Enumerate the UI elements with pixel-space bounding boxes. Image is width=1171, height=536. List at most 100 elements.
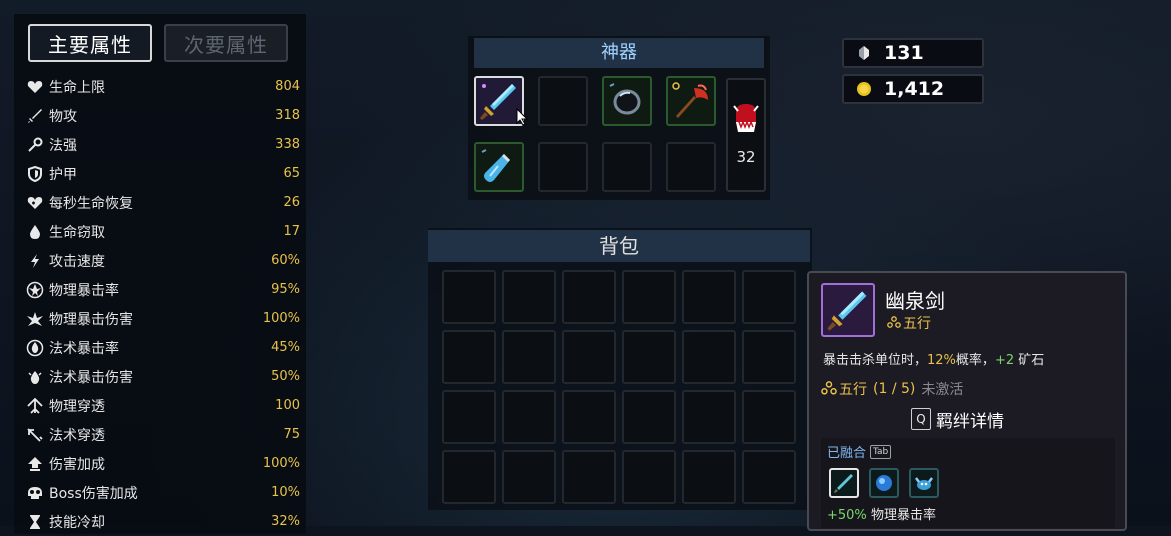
blue-potion-icon <box>481 149 510 182</box>
backpack-slot[interactable] <box>562 390 616 444</box>
stat-label: 法术暴击率 <box>49 340 119 357</box>
artifact-slot-empty[interactable] <box>602 142 652 192</box>
magic-crit-icon <box>24 339 46 357</box>
lightning-icon <box>24 252 46 270</box>
crystal-counter: 131 <box>842 38 984 68</box>
backpack-slot[interactable] <box>742 270 796 324</box>
red-axe-icon <box>672 82 708 118</box>
tooltip-tag-label: 五行 <box>903 316 931 332</box>
stat-row-cooldown: 技能冷却 32% <box>24 507 300 536</box>
gold-coin-icon <box>844 81 884 97</box>
stat-row-hp-regen: 每秒生命恢复 26 <box>24 188 300 217</box>
backpack-slot[interactable] <box>682 330 736 384</box>
backpack-slot[interactable] <box>502 330 556 384</box>
fused-title: 已融合 Tab <box>827 442 892 461</box>
demon-count: 32 <box>736 148 756 166</box>
crystal-icon <box>844 45 884 61</box>
artifact-slot-empty[interactable] <box>538 76 588 126</box>
stat-row-physical-attack: 物攻 318 <box>24 101 300 130</box>
tab-primary-attributes[interactable]: 主要属性 <box>28 24 152 62</box>
artifact-slot-potion[interactable] <box>474 142 524 192</box>
artifact-slot-sword[interactable] <box>474 76 529 126</box>
stat-row-armor: 护甲 65 <box>24 159 300 188</box>
artifact-slot-axe[interactable] <box>666 76 716 126</box>
backpack-slot[interactable] <box>562 330 616 384</box>
backpack-slot[interactable] <box>742 390 796 444</box>
stat-row-damage-bonus: 伤害加成 100% <box>24 449 300 478</box>
fused-item-orb[interactable] <box>869 468 899 498</box>
damage-bonus-icon <box>24 455 46 473</box>
crystal-amount: 131 <box>884 42 924 64</box>
physical-crit-icon <box>24 281 46 299</box>
bond-details-button[interactable]: Q 羁绊详情 <box>911 407 1004 432</box>
set-progress: (1 / 5) <box>873 381 916 397</box>
fused-item-crab[interactable] <box>909 468 939 498</box>
tab-secondary-attributes[interactable]: 次要属性 <box>164 24 288 62</box>
fused-bonus-label: 物理暴击率 <box>870 508 936 523</box>
stat-row-boss-damage: Boss伤害加成 10% <box>24 478 300 507</box>
backpack-slot[interactable] <box>622 330 676 384</box>
stat-label: 法术穿透 <box>49 427 105 444</box>
stat-label: 物理暴击伤害 <box>49 311 133 328</box>
desc-chance: 12% <box>927 353 956 368</box>
stat-row-physical-crit-rate: 物理暴击率 95% <box>24 275 300 304</box>
stat-label: 生命上限 <box>49 79 105 96</box>
artifact-slot-ring[interactable] <box>602 76 652 126</box>
stat-value: 100 <box>275 398 300 413</box>
teal-dagger-icon <box>834 474 853 493</box>
stat-row-physical-penetration: 物理穿透 100 <box>24 391 300 420</box>
demon-mask-icon <box>733 104 759 132</box>
fused-item-dagger[interactable] <box>829 468 859 498</box>
stat-value: 338 <box>275 137 300 152</box>
stat-row-magic-crit-rate: 法术暴击率 45% <box>24 333 300 362</box>
stat-value: 804 <box>275 79 300 94</box>
blue-crab-icon <box>915 477 933 490</box>
stat-value: 45% <box>271 340 300 355</box>
backpack-slot[interactable] <box>742 330 796 384</box>
backpack-slot[interactable] <box>502 270 556 324</box>
stat-label: 物攻 <box>49 108 77 125</box>
backpack-slot[interactable] <box>682 270 736 324</box>
backpack-slot[interactable] <box>682 390 736 444</box>
stat-list: 生命上限 804 物攻 318 法强 338 护甲 65 每秒生命恢复 26 生… <box>24 72 300 536</box>
backpack-slot[interactable] <box>502 450 556 504</box>
backpack-slot[interactable] <box>622 270 676 324</box>
backpack-slot[interactable] <box>502 390 556 444</box>
backpack-slot[interactable] <box>562 450 616 504</box>
magic-penetration-icon <box>24 426 46 444</box>
backpack-slot[interactable] <box>562 270 616 324</box>
fused-title-label: 已融合 <box>827 446 867 461</box>
backpack-slot[interactable] <box>442 450 496 504</box>
backpack-title: 背包 <box>428 230 810 262</box>
backpack-slot[interactable] <box>442 390 496 444</box>
tab-key-hint: Tab <box>870 444 892 459</box>
dark-ring-icon <box>609 83 641 115</box>
backpack-slot[interactable] <box>442 330 496 384</box>
tooltip-description: 暴击击杀单位时，12%概率，+2 矿石 <box>823 349 1044 368</box>
tooltip-item-icon <box>821 283 875 337</box>
attribute-panel: 主要属性 次要属性 生命上限 804 物攻 318 法强 338 护甲 65 每… <box>14 14 306 534</box>
stat-row-magic-crit-damage: 法术暴击伤害 50% <box>24 362 300 391</box>
backpack-slot[interactable] <box>622 390 676 444</box>
bond-details-label: 羁绊详情 <box>936 411 1004 432</box>
stat-row-magic-power: 法强 338 <box>24 130 300 159</box>
backpack-slot[interactable] <box>622 450 676 504</box>
backpack-slot[interactable] <box>682 450 736 504</box>
shield-icon <box>24 165 46 183</box>
ghost-spring-sword-icon <box>827 291 867 331</box>
stat-label: 每秒生命恢复 <box>49 195 133 212</box>
fused-section: 已融合 Tab +50% 物理暴击率 <box>821 438 1115 528</box>
desc-mid: 概率， <box>955 353 995 368</box>
magic-crit-damage-icon <box>24 368 46 386</box>
backpack-slot[interactable] <box>742 450 796 504</box>
artifact-slot-empty[interactable] <box>538 142 588 192</box>
stat-label: 物理穿透 <box>49 398 105 415</box>
backpack-slot[interactable] <box>442 270 496 324</box>
stat-value: 50% <box>271 369 300 384</box>
demon-counter[interactable]: 32 <box>726 78 766 192</box>
artifact-slot-empty[interactable] <box>666 142 716 192</box>
tooltip-item-tag: 五行 <box>887 313 931 333</box>
stat-label: 护甲 <box>49 166 77 183</box>
q-key-hint: Q <box>911 408 931 430</box>
stat-value: 100% <box>262 456 300 471</box>
